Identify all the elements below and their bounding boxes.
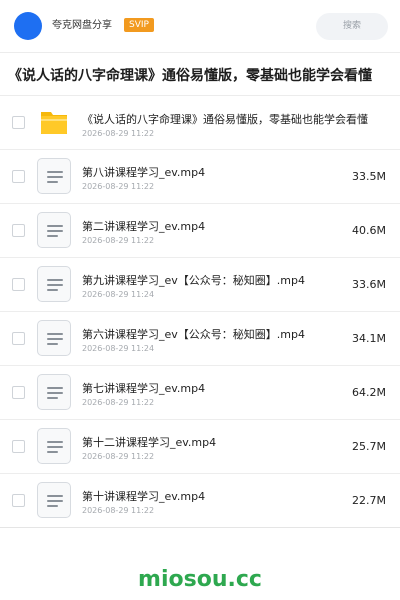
header: 夸克网盘分享 SVIP 搜索 bbox=[0, 0, 400, 52]
video-file-icon bbox=[37, 212, 71, 248]
file-size: 22.7M bbox=[352, 494, 386, 507]
video-file-icon bbox=[37, 266, 71, 302]
avatar[interactable] bbox=[14, 12, 42, 40]
video-file-icon bbox=[37, 374, 71, 410]
file-size: 34.1M bbox=[352, 332, 386, 345]
file-date: 2026-08-29 11:24 bbox=[82, 290, 155, 299]
search-input[interactable]: 搜索 bbox=[316, 13, 388, 40]
folder-icon bbox=[41, 112, 67, 134]
file-size: 33.6M bbox=[352, 278, 386, 291]
file-name: 第七讲课程学习_ev.mp4 bbox=[82, 382, 206, 395]
file-name: 第二讲课程学习_ev.mp4 bbox=[82, 220, 206, 233]
file-row[interactable]: 第八讲课程学习_ev.mp4 2026-08-29 11:22 33.5M bbox=[0, 150, 400, 204]
file-size: 25.7M bbox=[352, 440, 386, 453]
folder-date: 2026-08-29 11:22 bbox=[82, 129, 155, 138]
file-row[interactable]: 第十讲课程学习_ev.mp4 2026-08-29 11:22 22.7M bbox=[0, 474, 400, 528]
file-row[interactable]: 第七讲课程学习_ev.mp4 2026-08-29 11:22 64.2M bbox=[0, 366, 400, 420]
row-checkbox[interactable] bbox=[12, 440, 25, 453]
file-size: 33.5M bbox=[352, 170, 386, 183]
file-row[interactable]: 第六讲课程学习_ev【公众号：秘知圈】.mp4 2026-08-29 11:24 3… bbox=[0, 312, 400, 366]
row-checkbox[interactable] bbox=[12, 116, 25, 129]
file-name: 第六讲课程学习_ev【公众号：秘知圈】.mp4 bbox=[82, 328, 305, 341]
folder-name: 《说人话的八字命理课》通俗易懂版，零基础也能学会看懂 bbox=[82, 113, 368, 126]
user-name: 夸克网盘分享 bbox=[52, 20, 112, 31]
file-size: 40.6M bbox=[352, 224, 386, 237]
video-file-icon bbox=[37, 482, 71, 518]
row-checkbox[interactable] bbox=[12, 278, 25, 291]
video-file-icon bbox=[37, 158, 71, 194]
file-row[interactable]: 第十二讲课程学习_ev.mp4 2026-08-29 11:22 25.7M bbox=[0, 420, 400, 474]
row-checkbox[interactable] bbox=[12, 494, 25, 507]
file-name: 第八讲课程学习_ev.mp4 bbox=[82, 166, 206, 179]
file-date: 2026-08-29 11:22 bbox=[82, 182, 155, 191]
file-name: 第九讲课程学习_ev【公众号：秘知圈】.mp4 bbox=[82, 274, 305, 287]
row-checkbox[interactable] bbox=[12, 224, 25, 237]
file-size: 64.2M bbox=[352, 386, 386, 399]
file-row[interactable]: 第二讲课程学习_ev.mp4 2026-08-29 11:22 40.6M bbox=[0, 204, 400, 258]
file-date: 2026-08-29 11:22 bbox=[82, 398, 155, 407]
footer-brand: miosou.cc bbox=[138, 567, 262, 592]
file-date: 2026-08-29 11:24 bbox=[82, 344, 155, 353]
svip-badge: SVIP bbox=[124, 18, 154, 32]
file-date: 2026-08-29 11:22 bbox=[82, 506, 155, 515]
file-list: 《说人话的八字命理课》通俗易懂版，零基础也能学会看懂 2026-08-29 11… bbox=[0, 96, 400, 528]
file-name: 第十二讲课程学习_ev.mp4 bbox=[82, 436, 217, 449]
file-date: 2026-08-29 11:22 bbox=[82, 452, 155, 461]
file-name: 第十讲课程学习_ev.mp4 bbox=[82, 490, 206, 503]
file-date: 2026-08-29 11:22 bbox=[82, 236, 155, 245]
header-divider bbox=[0, 52, 400, 53]
video-file-icon bbox=[37, 320, 71, 356]
row-checkbox[interactable] bbox=[12, 170, 25, 183]
file-row[interactable]: 第九讲课程学习_ev【公众号：秘知圈】.mp4 2026-08-29 11:24 3… bbox=[0, 258, 400, 312]
row-checkbox[interactable] bbox=[12, 332, 25, 345]
page-title: 《说人话的八字命理课》通俗易懂版，零基础也能学会看懂 bbox=[8, 68, 372, 84]
video-file-icon bbox=[37, 428, 71, 464]
folder-row[interactable]: 《说人话的八字命理课》通俗易懂版，零基础也能学会看懂 2026-08-29 11… bbox=[0, 96, 400, 150]
row-checkbox[interactable] bbox=[12, 386, 25, 399]
